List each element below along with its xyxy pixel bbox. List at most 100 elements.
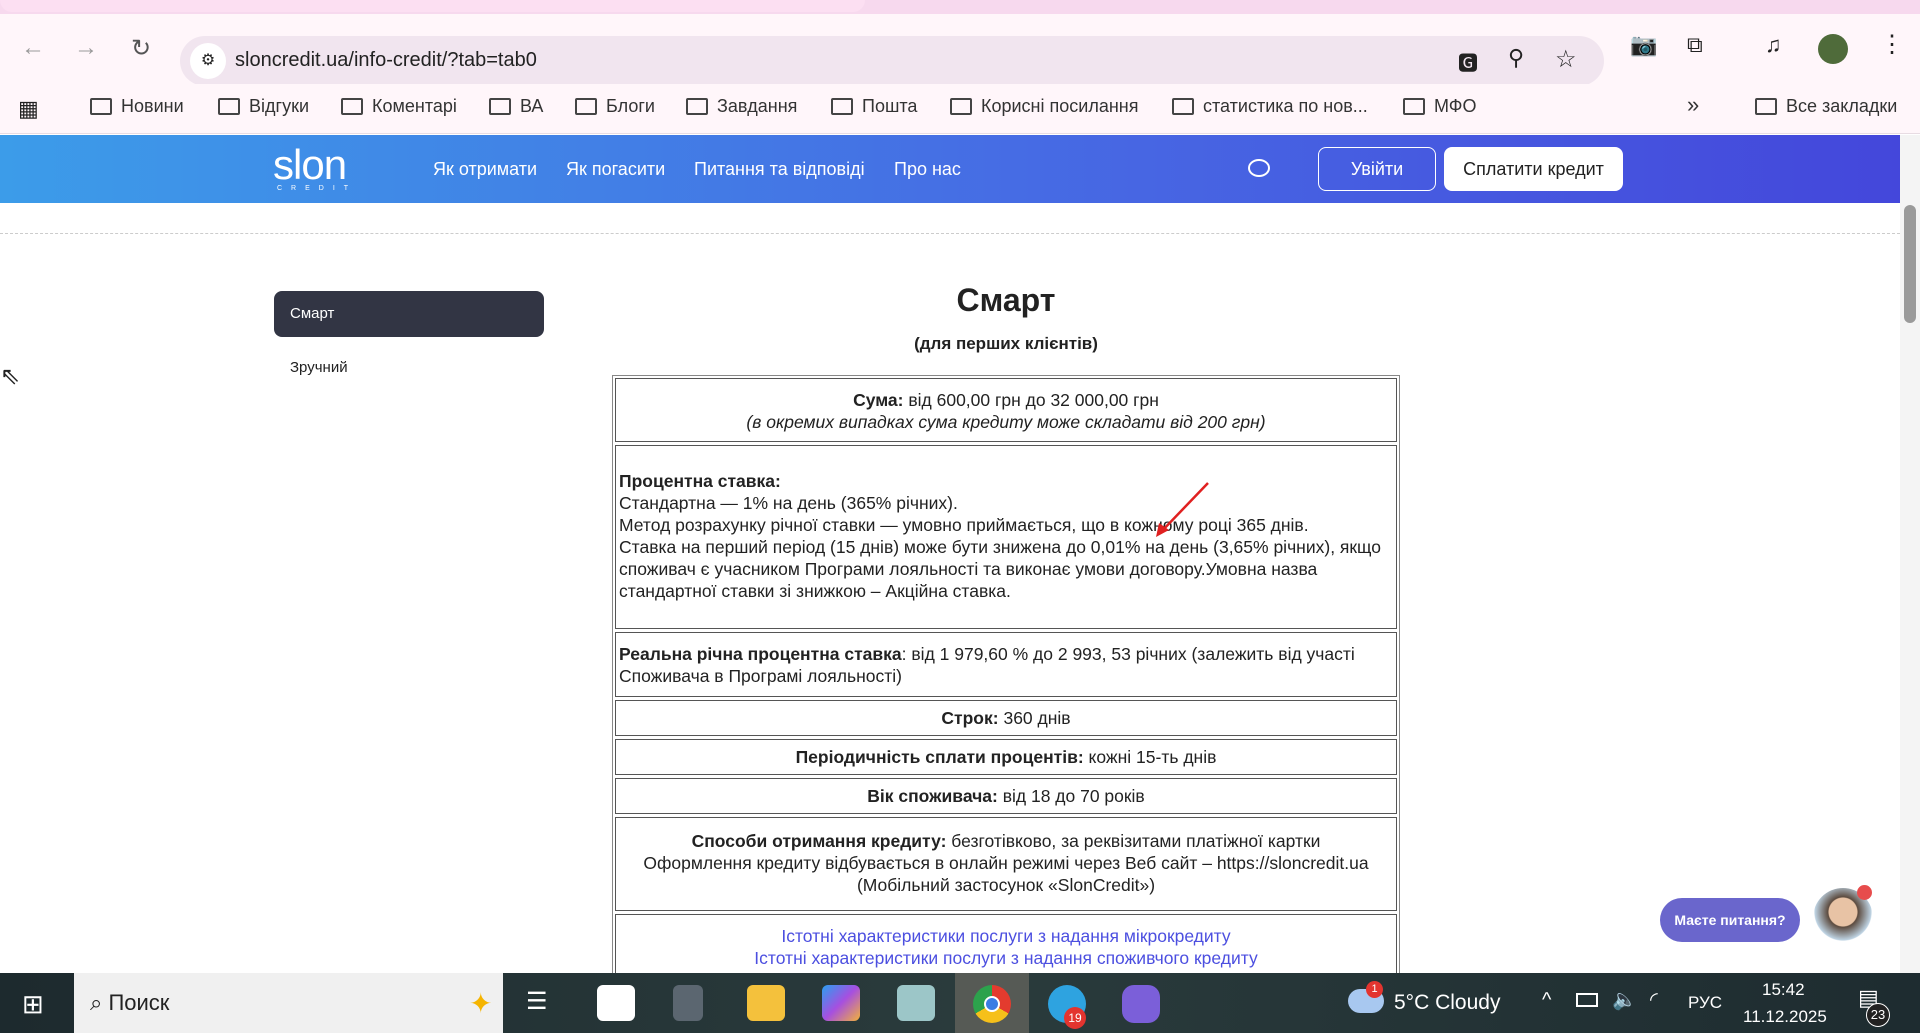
bookmark-label: Пошта xyxy=(862,96,918,116)
bookmark-folder[interactable]: МФО xyxy=(1403,96,1476,117)
sidebar-item-smart[interactable]: Смарт xyxy=(274,291,544,337)
term-value: 360 днів xyxy=(998,708,1071,728)
calculator-icon[interactable] xyxy=(673,985,703,1021)
forward-icon[interactable]: → xyxy=(68,30,104,66)
bookmark-folder[interactable]: Новини xyxy=(90,96,184,117)
store-icon[interactable] xyxy=(597,985,635,1021)
url-text[interactable]: sloncredit.ua/info-credit/?tab=tab0 xyxy=(235,49,537,72)
logo-text: slon xyxy=(273,141,347,188)
folder-icon xyxy=(831,98,853,115)
bookmark-folder[interactable]: Корисні посилання xyxy=(950,96,1138,117)
translate-icon[interactable]: 🅶 xyxy=(1458,47,1478,76)
browser-toolbar: ← → ↻ ⚙ sloncredit.ua/info-credit/?tab=t… xyxy=(0,14,1920,86)
tray-chevron-icon[interactable]: ^ xyxy=(1542,989,1551,1012)
real-rate-label: Реальна річна процентна ставка xyxy=(619,644,902,664)
microcredit-info-link[interactable]: Істотні характеристики послуги з надання… xyxy=(781,926,1230,946)
bookmark-folder[interactable]: Коментарі xyxy=(341,96,457,117)
search-placeholder: Поиск xyxy=(108,990,170,1015)
bookmark-label: Завдання xyxy=(717,96,798,116)
folder-icon xyxy=(218,98,240,115)
chat-bubble-button[interactable]: Маєте питання? xyxy=(1660,898,1800,942)
profile-avatar[interactable] xyxy=(1818,34,1848,64)
bookmark-label: Коментарі xyxy=(372,96,457,116)
file-explorer-icon[interactable] xyxy=(747,985,785,1021)
bookmark-label: Блоги xyxy=(606,96,655,116)
real-rate-row: Реальна річна процентна ставка: від 1 97… xyxy=(615,632,1397,697)
notification-dot xyxy=(1857,885,1872,900)
methods-value: безготівково, за реквізитами платіжної к… xyxy=(946,831,1321,851)
viber-icon[interactable] xyxy=(1122,985,1160,1023)
copilot-icon[interactable] xyxy=(822,985,860,1021)
pay-credit-button[interactable]: Сплатити кредит xyxy=(1444,147,1623,191)
taskbar-search[interactable]: ⌕ Поиск ✦ xyxy=(74,973,503,1033)
eye-icon[interactable] xyxy=(1248,159,1270,177)
logo[interactable]: slon CREDIT xyxy=(273,141,357,193)
site-settings-icon[interactable]: ⚙ xyxy=(190,43,226,79)
sidebar-item-convenient[interactable]: Зручний xyxy=(290,359,348,376)
folder-icon xyxy=(575,98,597,115)
bookmark-folder[interactable]: статистика по нов... xyxy=(1172,96,1368,117)
folder-icon xyxy=(1403,98,1425,115)
windows-start-icon[interactable]: ⊞ xyxy=(22,989,44,1020)
task-view-icon[interactable]: ☰ xyxy=(526,987,548,1016)
chrome-taskbar-button[interactable] xyxy=(955,973,1029,1033)
battery-icon[interactable] xyxy=(1576,993,1598,1007)
bookmarks-bar: ▦ Новини Відгуки Коментарі ВА Блоги Завд… xyxy=(0,84,1920,134)
volume-icon[interactable]: 🔈 xyxy=(1612,987,1637,1012)
sum-label: Сума: xyxy=(853,390,904,410)
bookmark-folder[interactable]: Блоги xyxy=(575,96,655,117)
back-icon[interactable]: ← xyxy=(15,30,51,66)
period-row: Періодичність сплати процентів: кожні 15… xyxy=(615,739,1397,775)
clock-time[interactable]: 15:42 xyxy=(1762,980,1805,1000)
bookmark-folder[interactable]: ВА xyxy=(489,96,543,117)
clock-date[interactable]: 11.12.2025 xyxy=(1743,1007,1827,1027)
tab-strip xyxy=(0,0,1920,14)
nav-about[interactable]: Про нас xyxy=(894,159,961,180)
active-tab[interactable] xyxy=(0,0,865,12)
sum-note: (в окремих випадках сума кредиту може ск… xyxy=(746,412,1266,432)
bookmark-folder[interactable]: Завдання xyxy=(686,96,797,117)
rate-line: Ставка на перший період (15 днів) може б… xyxy=(619,537,1381,601)
folder-icon xyxy=(1755,98,1777,115)
login-button[interactable]: Увійти xyxy=(1318,147,1436,191)
media-icon[interactable]: ♫ xyxy=(1765,32,1782,58)
methods-row: Способи отримання кредиту: безготівково,… xyxy=(615,817,1397,911)
extensions-icon[interactable]: ⧉ xyxy=(1687,32,1703,58)
age-label: Вік споживача: xyxy=(867,786,998,806)
address-bar[interactable]: ⚙ sloncredit.ua/info-credit/?tab=tab0 🅶 … xyxy=(180,36,1604,86)
page-subtitle: (для перших клієнтів) xyxy=(914,334,1098,353)
more-bookmarks-button[interactable]: » xyxy=(1687,92,1699,118)
methods-line: Оформлення кредиту відбувається в онлайн… xyxy=(643,853,1369,873)
age-value: від 18 до 70 років xyxy=(997,786,1145,806)
weather-text[interactable]: 5°C Cloudy xyxy=(1394,991,1500,1015)
camera-icon[interactable]: 📷 xyxy=(1630,32,1657,58)
notepad-icon[interactable] xyxy=(897,985,935,1021)
nav-how-to-get[interactable]: Як отримати xyxy=(433,159,537,180)
bookmark-folder[interactable]: Пошта xyxy=(831,96,917,117)
reload-icon[interactable]: ↻ xyxy=(123,30,159,66)
wifi-icon[interactable]: ◜ xyxy=(1650,987,1658,1012)
telegram-badge: 19 xyxy=(1064,1007,1086,1029)
divider xyxy=(0,233,1900,234)
search-icon: ⌕ xyxy=(90,990,109,1015)
consumer-credit-info-link[interactable]: Істотні характеристики послуги з надання… xyxy=(754,948,1257,968)
bookmark-label: МФО xyxy=(1434,96,1477,116)
scrollbar-thumb[interactable] xyxy=(1904,205,1916,323)
folder-icon xyxy=(950,98,972,115)
apps-icon[interactable]: ▦ xyxy=(18,96,39,122)
weather-badge: 1 xyxy=(1366,981,1383,998)
zoom-out-icon[interactable]: ⚲ xyxy=(1508,45,1524,71)
all-bookmarks[interactable]: Все закладки xyxy=(1755,96,1897,117)
nav-how-to-repay[interactable]: Як погасити xyxy=(566,159,665,180)
credit-terms-table: Сума: від 600,00 грн до 32 000,00 грн (в … xyxy=(612,375,1400,986)
bookmark-label: ВА xyxy=(520,96,544,116)
bookmark-label: статистика по нов... xyxy=(1203,96,1368,116)
mouse-cursor-icon: ⇖ xyxy=(0,363,21,390)
bookmark-folder[interactable]: Відгуки xyxy=(218,96,309,117)
bookmark-star-icon[interactable]: ☆ xyxy=(1555,45,1577,74)
bookmark-label: Новини xyxy=(121,96,184,116)
links-row: Істотні характеристики послуги з надання… xyxy=(615,914,1397,980)
language-indicator[interactable]: РУС xyxy=(1688,993,1722,1013)
menu-icon[interactable]: ⋮ xyxy=(1880,30,1904,59)
nav-faq[interactable]: Питання та відповіді xyxy=(694,159,865,180)
